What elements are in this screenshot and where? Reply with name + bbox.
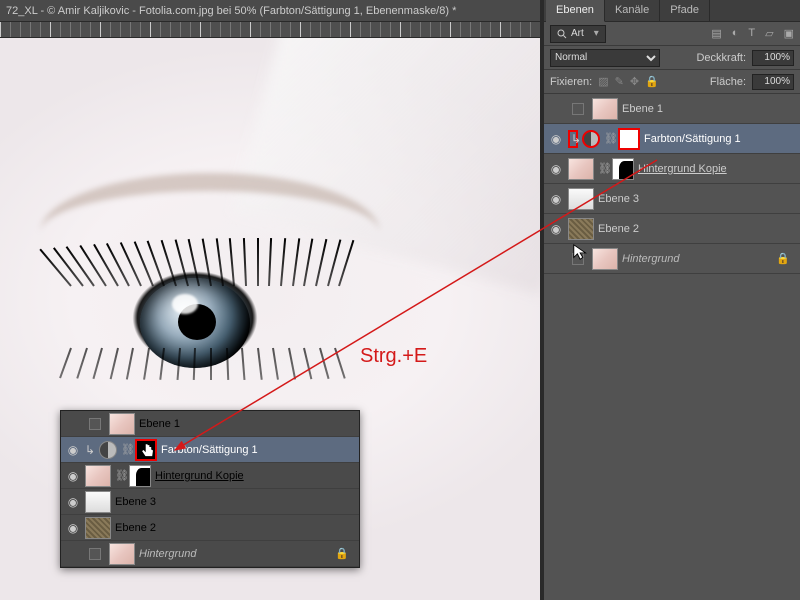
layer-thumbnail[interactable]: [568, 188, 594, 210]
visibility-toggle[interactable]: ◉: [548, 162, 564, 176]
layer-name[interactable]: Farbton/Sättigung 1: [161, 444, 258, 456]
layer-row[interactable]: Ebene 1: [544, 94, 800, 124]
layer-name[interactable]: Ebene 1: [622, 103, 663, 115]
adjustment-icon[interactable]: [582, 130, 600, 148]
filter-adjust-icon[interactable]: ◐: [732, 27, 739, 40]
layer-name[interactable]: Hintergrund Kopie: [638, 163, 727, 175]
layer-mask-thumbnail[interactable]: [135, 439, 157, 461]
tab-channels[interactable]: Kanäle: [605, 0, 660, 21]
visibility-toggle[interactable]: ◉: [65, 495, 81, 509]
layer-name[interactable]: Hintergrund: [139, 548, 196, 560]
layer-row[interactable]: ◉ ↳ ⛓ Farbton/Sättigung 1: [61, 437, 359, 463]
clip-indicator-icon: ↳: [85, 443, 95, 457]
ruler-horizontal: [0, 22, 540, 38]
filter-image-icon[interactable]: ▤: [711, 27, 721, 40]
lock-icon: 🔒: [776, 252, 790, 265]
visibility-toggle[interactable]: ◉: [65, 443, 81, 457]
layer-thumbnail[interactable]: [109, 413, 135, 435]
lock-transparency-icon[interactable]: ▨: [598, 75, 608, 88]
layer-row[interactable]: Ebene 1: [61, 411, 359, 437]
layer-row[interactable]: ◉ ⛓ Hintergrund Kopie: [61, 463, 359, 489]
layer-name[interactable]: Ebene 3: [598, 193, 639, 205]
window-title: 72_XL - © Amir Kaljikovic - Fotolia.com.…: [6, 5, 456, 17]
layer-thumbnail[interactable]: [85, 491, 111, 513]
layer-mask-thumbnail[interactable]: [612, 158, 634, 180]
visibility-toggle[interactable]: ◉: [548, 132, 564, 146]
layer-row[interactable]: Hintergrund 🔒: [544, 244, 800, 274]
layer-row[interactable]: ◉ Ebene 3: [61, 489, 359, 515]
layer-thumbnail[interactable]: [568, 218, 594, 240]
visibility-toggle[interactable]: ◉: [548, 192, 564, 206]
layer-checkbox[interactable]: [89, 418, 101, 430]
filter-label: Art: [571, 28, 584, 39]
layer-name[interactable]: Ebene 2: [598, 223, 639, 235]
hand-cursor-icon: [137, 441, 159, 463]
link-icon: ⛓: [121, 443, 131, 456]
filter-smart-icon[interactable]: ▣: [784, 27, 794, 40]
layer-name[interactable]: Hintergrund Kopie: [155, 470, 244, 482]
layer-row[interactable]: ◉ Ebene 2: [61, 515, 359, 541]
filter-type-icon[interactable]: T: [748, 27, 755, 40]
layer-filter-dropdown[interactable]: Art ▾: [550, 25, 606, 43]
lock-icon: 🔒: [335, 547, 349, 560]
link-icon: ⛓: [604, 132, 614, 145]
visibility-toggle[interactable]: ◉: [65, 521, 81, 535]
layer-row[interactable]: ◉ Ebene 3: [544, 184, 800, 214]
layer-checkbox[interactable]: [89, 548, 101, 560]
blend-mode-select[interactable]: Normal: [550, 49, 660, 67]
panel-toolbar: Art ▾ ▤ ◐ T ▱ ▣: [544, 22, 800, 46]
blend-row: Normal Deckkraft: 100%: [544, 46, 800, 70]
layer-row[interactable]: Hintergrund 🔒: [61, 541, 359, 567]
adjustment-icon[interactable]: [99, 441, 117, 459]
layer-name[interactable]: Farbton/Sättigung 1: [644, 133, 741, 145]
tab-paths[interactable]: Pfade: [660, 0, 710, 21]
layer-name[interactable]: Hintergrund: [622, 253, 679, 265]
filter-shape-icon[interactable]: ▱: [765, 27, 773, 40]
visibility-toggle[interactable]: ◉: [65, 469, 81, 483]
layer-name[interactable]: Ebene 1: [139, 418, 180, 430]
opacity-value[interactable]: 100%: [752, 50, 794, 66]
layer-thumbnail[interactable]: [592, 248, 618, 270]
layers-list: Ebene 1 ◉ ↳ ⛓ Farbton/Sättigung 1 ◉ ⛓ Hi…: [544, 94, 800, 274]
lock-row: Fixieren: ▨ ✎ ✥ 🔒 Fläche: 100%: [544, 70, 800, 94]
link-icon: ⛓: [115, 469, 125, 482]
layer-row[interactable]: ◉ ↳ ⛓ Farbton/Sättigung 1: [544, 124, 800, 154]
lock-position-icon[interactable]: ✥: [630, 75, 639, 88]
tab-layers[interactable]: Ebenen: [546, 0, 605, 22]
layer-checkbox[interactable]: [572, 103, 584, 115]
layer-row[interactable]: ◉ ⛓ Hintergrund Kopie: [544, 154, 800, 184]
clip-indicator-icon: ↳: [568, 130, 578, 148]
layer-row[interactable]: ◉ Ebene 2: [544, 214, 800, 244]
layer-thumbnail[interactable]: [109, 543, 135, 565]
layers-floating-panel: Ebene 1 ◉ ↳ ⛓ Farbton/Sättigung 1 ◉ ⛓ Hi…: [60, 410, 360, 568]
layers-panel: Ebenen Kanäle Pfade Art ▾ ▤ ◐ T ▱ ▣ Norm…: [544, 0, 800, 600]
panel-tabs: Ebenen Kanäle Pfade: [544, 0, 800, 22]
layer-checkbox[interactable]: [572, 253, 584, 265]
layer-thumbnail[interactable]: [592, 98, 618, 120]
lock-pixels-icon[interactable]: ✎: [615, 75, 624, 88]
fill-label: Fläche:: [710, 76, 746, 88]
layer-thumbnail[interactable]: [568, 158, 594, 180]
lock-label: Fixieren:: [550, 76, 592, 88]
layer-mask-thumbnail[interactable]: [129, 465, 151, 487]
lock-all-icon[interactable]: 🔒: [645, 75, 659, 88]
link-icon: ⛓: [598, 162, 608, 175]
visibility-toggle[interactable]: ◉: [548, 222, 564, 236]
annotation-shortcut: Strg.+E: [360, 345, 427, 368]
layer-thumbnail[interactable]: [85, 465, 111, 487]
opacity-label: Deckkraft:: [696, 52, 746, 64]
layer-name[interactable]: Ebene 2: [115, 522, 156, 534]
layer-mask-thumbnail[interactable]: [618, 128, 640, 150]
fill-value[interactable]: 100%: [752, 74, 794, 90]
layer-thumbnail[interactable]: [85, 517, 111, 539]
layer-name[interactable]: Ebene 3: [115, 496, 156, 508]
